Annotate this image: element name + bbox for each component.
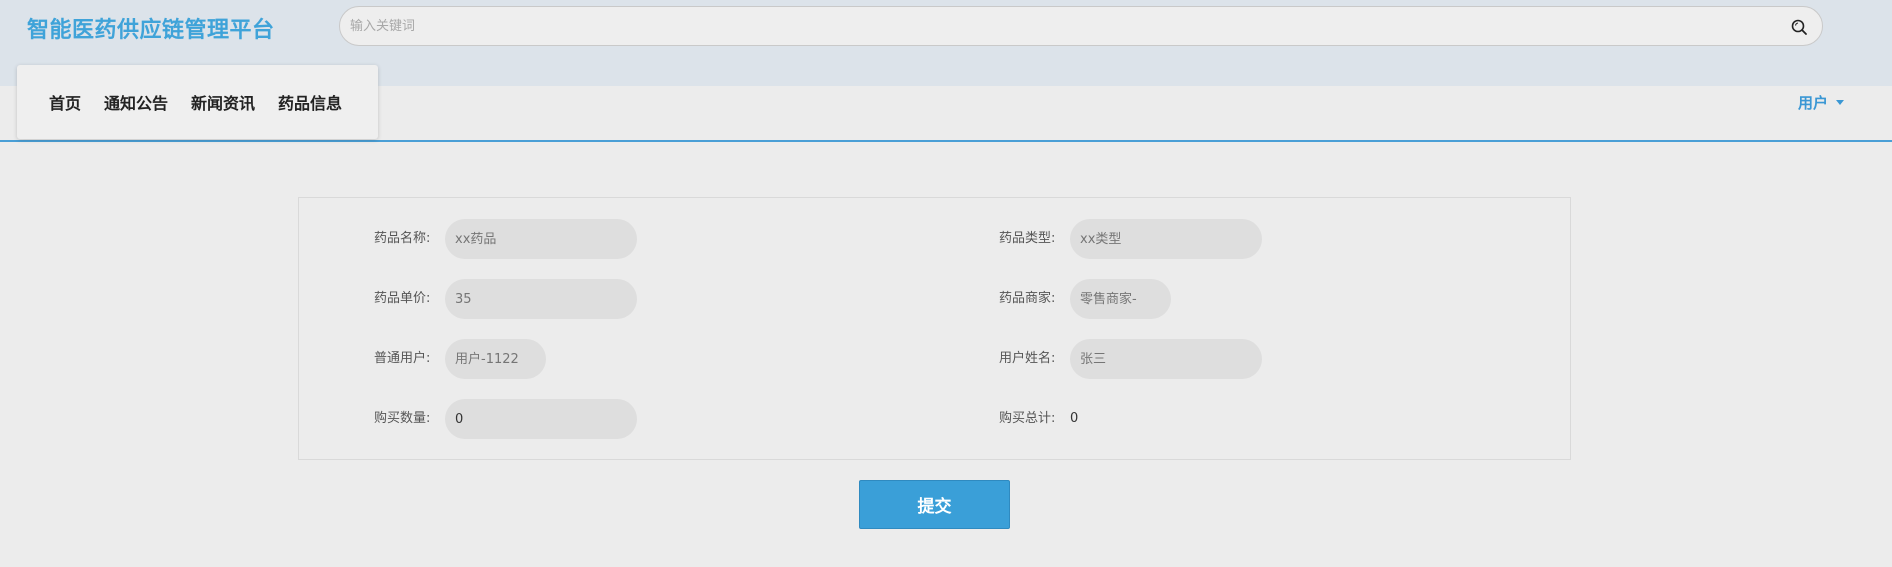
search-icon[interactable]: [1790, 18, 1808, 36]
search-bar[interactable]: [339, 6, 1823, 46]
total-value: 0: [1070, 411, 1079, 426]
drug-type-field[interactable]: [1070, 219, 1262, 259]
unit-price-label: 药品单价:: [374, 291, 431, 306]
merchant-field[interactable]: [1070, 279, 1171, 319]
submit-button[interactable]: 提交: [859, 480, 1010, 529]
search-input[interactable]: [350, 7, 1770, 45]
total-label: 购买总计:: [999, 411, 1056, 426]
quantity-field[interactable]: [445, 399, 637, 439]
drug-name-label: 药品名称:: [374, 231, 431, 246]
caret-down-icon: [1836, 100, 1845, 105]
main-nav: 首页 通知公告 新闻资讯 药品信息: [17, 65, 378, 139]
quantity-label: 购买数量:: [374, 411, 431, 426]
drug-name-field[interactable]: [445, 219, 637, 259]
user-menu[interactable]: 用户: [1798, 92, 1845, 113]
merchant-label: 药品商家:: [999, 291, 1056, 306]
nav-item-notices[interactable]: 通知公告: [104, 90, 168, 114]
user-account-label: 普通用户:: [374, 351, 431, 366]
user-name-field[interactable]: [1070, 339, 1262, 379]
user-menu-label: 用户: [1798, 94, 1829, 112]
site-title[interactable]: 智能医药供应链管理平台: [27, 12, 275, 44]
user-account-field[interactable]: [445, 339, 546, 379]
order-form: 药品名称: 药品类型: 药品单价: 药品商家: 普通用户: 用户姓名: 购买数量…: [298, 197, 1571, 460]
drug-type-label: 药品类型:: [999, 231, 1056, 246]
user-name-label: 用户姓名:: [999, 351, 1056, 366]
nav-item-drug-info[interactable]: 药品信息: [278, 90, 342, 114]
nav-item-news[interactable]: 新闻资讯: [191, 90, 255, 114]
unit-price-field[interactable]: [445, 279, 637, 319]
nav-item-home[interactable]: 首页: [49, 90, 81, 114]
